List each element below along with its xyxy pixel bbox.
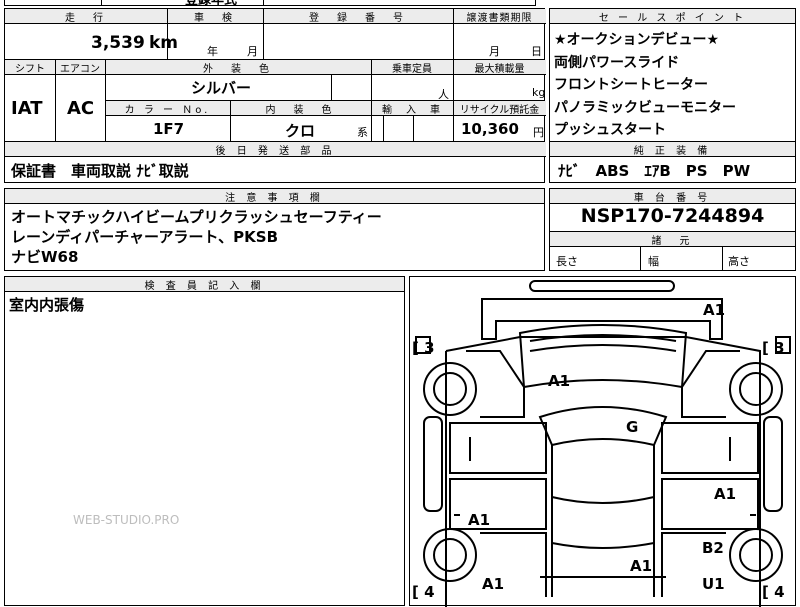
bracket-mark: [ 4	[762, 583, 785, 601]
notes-line: レーンディパーチャーアラート、PKSB	[11, 228, 279, 246]
damage-mark: A1	[468, 511, 491, 529]
damage-mark: A1	[703, 301, 726, 319]
shaken-year: 年	[207, 45, 218, 58]
dimension-width: 幅	[648, 255, 659, 268]
bracket-mark: [ 3	[412, 339, 435, 357]
inspector-label: 検 査 員 記 入 欄	[144, 281, 265, 292]
watermark: WEB-STUDIO.PRO	[73, 513, 180, 527]
damage-mark: G	[626, 418, 639, 436]
registration-label: 登 録 番 号	[309, 13, 407, 24]
roof-line-shape	[551, 496, 655, 504]
capacity-unit: 人	[438, 88, 449, 101]
rear-spoiler-shape	[529, 280, 675, 292]
door-handle-lines-shape	[469, 437, 731, 461]
color-no-label: カ ラ ー Ｎo.	[124, 105, 211, 116]
left-skirt-shape	[423, 416, 443, 512]
damage-mark: A1	[630, 557, 653, 575]
left-front-wheel-inner-shape	[433, 372, 467, 406]
roof-line-2-shape	[551, 542, 655, 549]
right-skirt-shape	[763, 416, 783, 512]
left-front-door-shape	[449, 422, 547, 474]
exterior-color-label: 外 装 色	[203, 64, 273, 75]
right-front-wheel-shape	[729, 362, 783, 416]
genuine-equipment-block: 純 正 装 備 ﾅﾋﾞ ABS ｴｱB PS PW	[549, 141, 796, 183]
aircon-label: エアコン	[60, 64, 100, 75]
later-parts-value: 保証書 車両取説 ﾅﾋﾞ取説	[11, 162, 189, 180]
right-rear-door-shape	[661, 478, 759, 530]
left-front-wheel-shape	[423, 362, 477, 416]
right-front-door-shape	[661, 422, 759, 474]
vehicle-info-block: 走 行 車 検 登 録 番 号 譲渡書類期限 3,539 km 年 月 月 日	[4, 8, 546, 60]
mileage-unit: km	[149, 33, 179, 53]
damage-mark: A1	[714, 485, 737, 503]
interior-color-suffix: 系	[357, 126, 368, 139]
left-rear-wheel-shape	[423, 528, 477, 582]
sales-points-list: ★オークションデビュー★ 両側パワースライド フロントシートヒーター パノラミッ…	[554, 29, 736, 142]
damage-mark: B2	[702, 539, 724, 557]
aircon-value: AC	[67, 98, 95, 119]
damage-mark: U1	[702, 575, 725, 593]
dimensions-label: 諸 元	[651, 236, 694, 247]
recycle-unit: 円	[533, 126, 544, 139]
dimension-length: 長さ	[556, 255, 578, 268]
left-rear-wheel-inner-shape	[433, 538, 467, 572]
shift-value: IAT	[11, 98, 43, 119]
genuine-equipment-label: 純 正 装 備	[633, 146, 712, 157]
mileage-value: 3,539	[91, 33, 145, 53]
sales-points-block: セ ー ル ス ポ イ ン ト ★オークションデビュー★ 両側パワースライド フ…	[549, 8, 796, 142]
car-outline	[415, 280, 791, 607]
damage-mark: A1	[482, 575, 505, 593]
capacity-label: 乗車定員	[392, 64, 432, 75]
notes-lines: オートマチックハイビームプリクラッシュセーフティー レーンディパーチャーアラート…	[11, 207, 382, 267]
recycle-value: 10,360	[461, 120, 519, 138]
bracket-mark: [ 4	[412, 583, 435, 601]
damage-mark: A1	[548, 372, 571, 390]
recycle-label: リサイクル預託金	[459, 105, 540, 116]
transfer-day: 日	[531, 45, 542, 58]
notes-label: 注 意 事 項 欄	[225, 193, 324, 204]
top-row: 登録年式	[4, 0, 536, 8]
later-parts-block: 後 日 発 送 部 品 保証書 車両取説 ﾅﾋﾞ取説	[4, 141, 546, 183]
sales-point-item: プッシュスタート	[554, 122, 666, 138]
car-diagram: A1 A1 G A1 A1 B2 A1 A1 U1 [ 3 [ 3 [ 4 [ …	[409, 276, 796, 607]
chassis-block: 車 台 番 号 NSP170-7244894 諸 元 長さ 幅 高さ	[549, 188, 796, 271]
sales-point-item: ★オークションデビュー★	[554, 32, 720, 48]
right-front-wheel-inner-shape	[739, 372, 773, 406]
transfer-deadline-label: 譲渡書類期限	[466, 13, 533, 24]
chassis-label: 車 台 番 号	[633, 193, 712, 204]
notes-block: 注 意 事 項 欄 オートマチックハイビームプリクラッシュセーフティー レーンデ…	[4, 188, 545, 271]
notes-line: ナビW68	[11, 248, 79, 266]
spec-block: シフト エアコン 外 装 色 乗車定員 最大積載量 IAT AC シルバー 人 …	[4, 59, 546, 142]
interior-color-value: クロ	[285, 122, 316, 140]
left-rear-door-shape	[449, 478, 547, 530]
windshield-shape	[538, 406, 668, 447]
color-no-value: 1F7	[153, 120, 185, 138]
sales-point-item: フロントシートヒーター	[554, 77, 708, 93]
right-rear-wheel-shape	[729, 528, 783, 582]
mileage-label: 走 行	[65, 13, 107, 24]
right-rear-wheel-inner-shape	[739, 538, 773, 572]
inspector-value: 室内内張傷	[9, 296, 85, 314]
notes-line: オートマチックハイビームプリクラッシュセーフティー	[11, 208, 382, 226]
exterior-color-value: シルバー	[191, 79, 252, 97]
sales-point-item: パノラミックビューモニター	[554, 99, 736, 116]
sales-points-label: セ ー ル ス ポ イ ン ト	[598, 13, 747, 24]
later-parts-label: 後 日 発 送 部 品	[215, 146, 336, 157]
top-row-text: 登録年式	[185, 0, 238, 8]
genuine-equipment-value: ﾅﾋﾞ ABS ｴｱB PS PW	[558, 162, 751, 180]
shaken-label: 車 検	[194, 13, 236, 24]
shaken-month: 月	[247, 45, 258, 58]
chassis-value: NSP170-7244894	[580, 205, 765, 227]
inspector-block: 検 査 員 記 入 欄 室内内張傷 WEB-STUDIO.PRO	[4, 276, 405, 606]
interior-color-label: 内 装 色	[265, 105, 336, 116]
import-label: 輸 入 車	[382, 105, 442, 116]
max-load-unit: kg	[532, 86, 546, 99]
max-load-label: 最大積載量	[474, 64, 525, 75]
hood-line-2-shape	[529, 344, 677, 352]
transfer-month: 月	[489, 45, 500, 58]
sales-point-item: 両側パワースライド	[554, 54, 680, 71]
dimension-height: 高さ	[728, 255, 750, 268]
bracket-mark: [ 3	[762, 339, 785, 357]
shift-label: シフト	[15, 64, 45, 75]
